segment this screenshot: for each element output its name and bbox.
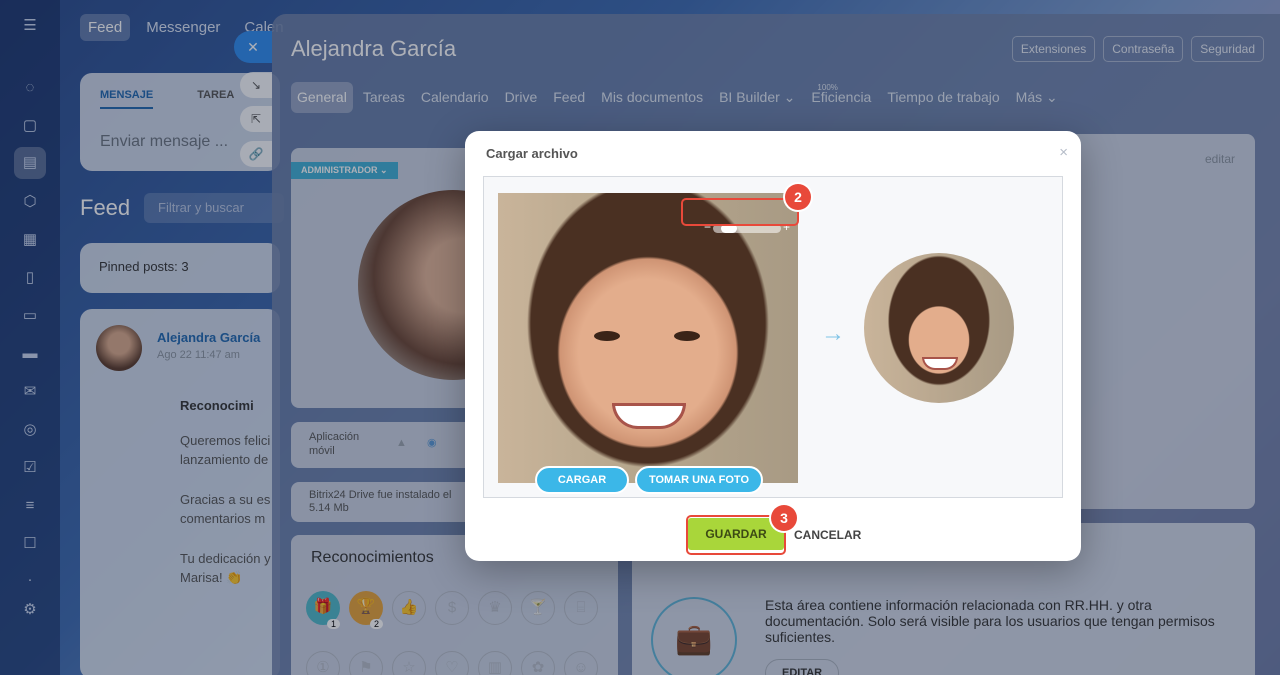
preview-smile bbox=[922, 357, 958, 370]
photo-eye bbox=[594, 331, 620, 341]
close-icon[interactable]: × bbox=[1059, 144, 1068, 161]
photo-smile bbox=[612, 403, 686, 429]
photo-eye bbox=[674, 331, 700, 341]
take-photo-button[interactable]: TOMAR UNA FOTO bbox=[635, 466, 763, 494]
upload-button[interactable]: CARGAR bbox=[535, 466, 629, 494]
step-2-marker: 2 bbox=[785, 184, 811, 210]
dialog-title: Cargar archivo bbox=[486, 146, 578, 161]
crop-photo[interactable]: − + bbox=[498, 193, 798, 483]
arrow-right-icon: → bbox=[821, 320, 845, 347]
zoom-highlight bbox=[681, 198, 799, 226]
cancel-button[interactable]: CANCELAR bbox=[794, 528, 861, 542]
step-3-marker: 3 bbox=[771, 505, 797, 531]
avatar-preview bbox=[864, 253, 1014, 403]
upload-file-dialog: Cargar archivo × − + → CARGAR TOMAR UNA … bbox=[465, 131, 1081, 561]
